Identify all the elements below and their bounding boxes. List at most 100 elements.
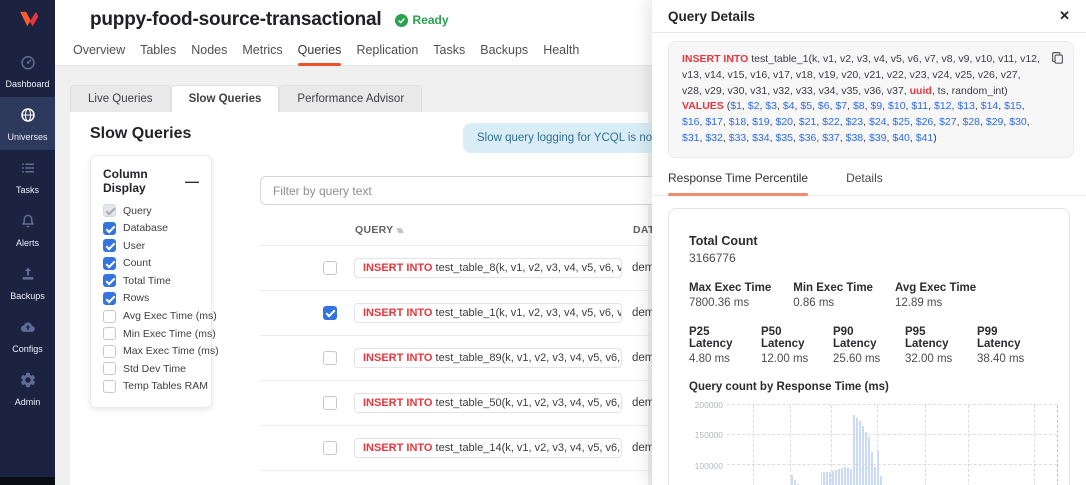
checkbox[interactable] (103, 239, 116, 252)
query-cell[interactable]: INSERT INTO test_table_14(k, v1, v2, v3,… (354, 438, 622, 458)
checkbox[interactable] (103, 257, 116, 270)
checkbox[interactable] (103, 327, 116, 340)
column-option-user[interactable]: User (103, 239, 199, 252)
histogram-bar (874, 467, 876, 485)
column-options-list: Query Database User Count Total Time Rows Avg … (103, 204, 199, 393)
sql-statement-card: INSERT INTO test_table_1(k, v1, v2, v3, … (668, 41, 1074, 158)
sidebar-item-admin[interactable]: Admin (0, 362, 55, 415)
row-checkbox[interactable] (323, 441, 337, 455)
checkbox[interactable] (103, 362, 116, 375)
histogram-bar (823, 472, 825, 485)
sidebar-item-tasks[interactable]: Tasks (0, 150, 55, 203)
column-option-label: User (123, 240, 145, 252)
checkbox[interactable] (103, 274, 116, 287)
tab-metrics[interactable]: Metrics (242, 41, 282, 66)
tab-tasks[interactable]: Tasks (433, 41, 465, 66)
row-checkbox[interactable] (323, 261, 337, 275)
sidebar-item-alerts[interactable]: Alerts (0, 203, 55, 256)
row-checkbox[interactable] (323, 306, 337, 320)
detail-tab-details[interactable]: Details (846, 171, 883, 195)
sidebar-item-label: Alerts (16, 238, 39, 248)
search-input[interactable] (260, 176, 680, 205)
column-option-min-exec-time-ms-[interactable]: Min Exec Time (ms) (103, 327, 199, 340)
histogram-bar (868, 437, 870, 485)
stat-min-exec-time: Min Exec Time0.86 ms (793, 282, 873, 309)
tab-tables[interactable]: Tables (140, 41, 176, 66)
sort-icon[interactable]: ▾▴ (396, 225, 401, 235)
backups-icon (19, 265, 37, 288)
column-option-std-dev-time[interactable]: Std Dev Time (103, 362, 199, 375)
histogram-bar (859, 421, 861, 485)
column-option-database[interactable]: Database (103, 222, 199, 235)
column-option-max-exec-time-ms-[interactable]: Max Exec Time (ms) (103, 345, 199, 358)
sidebar-item-universes[interactable]: Universes (0, 97, 55, 150)
copy-icon[interactable] (1051, 51, 1064, 70)
sidebar-bottom-strip (0, 477, 55, 485)
row-checkbox[interactable] (323, 351, 337, 365)
row-checkbox[interactable] (323, 396, 337, 410)
tasks-icon (19, 159, 37, 182)
column-option-label: Rows (123, 292, 149, 304)
column-header-query[interactable]: QUERY▾▴ (355, 224, 633, 236)
column-option-label: Max Exec Time (ms) (123, 345, 219, 357)
ready-check-icon (395, 14, 408, 27)
tab-backups[interactable]: Backups (480, 41, 528, 66)
query-cell[interactable]: INSERT INTO test_table_8(k, v1, v2, v3, … (354, 258, 622, 278)
checkbox[interactable] (103, 380, 116, 393)
column-display-card: Column Display — QueryDatabaseUserCountT… (90, 155, 212, 408)
gridline (727, 434, 1057, 435)
close-icon[interactable]: ✕ (1059, 8, 1070, 24)
subtab-live-queries[interactable]: Live Queries (70, 85, 171, 112)
y-axis-label: 200000 (689, 400, 723, 410)
column-option-avg-exec-time-ms-[interactable]: Avg Exec Time (ms) (103, 310, 199, 323)
column-option-total-time[interactable]: Total Time (103, 274, 199, 287)
y-axis-label: 150000 (689, 430, 723, 440)
column-option-count[interactable]: Count (103, 257, 199, 270)
tab-replication[interactable]: Replication (356, 41, 418, 66)
checkbox[interactable] (103, 204, 116, 217)
sidebar-item-label: Configs (12, 344, 43, 354)
column-option-label: Avg Exec Time (ms) (123, 310, 217, 322)
checkbox[interactable] (103, 310, 116, 323)
sidebar-item-configs[interactable]: Configs (0, 309, 55, 362)
detail-tab-response-time-percentile[interactable]: Response Time Percentile (668, 171, 808, 195)
subtab-performance-advisor[interactable]: Performance Advisor (279, 85, 422, 112)
stat-p90-latency: P90 Latency25.60 ms (833, 326, 892, 365)
gridline (727, 464, 1057, 465)
checkbox[interactable] (103, 292, 116, 305)
total-count-value: 3166776 (689, 251, 1049, 265)
column-option-label: Query (123, 205, 152, 217)
tab-health[interactable]: Health (543, 41, 579, 66)
sidebar-item-dashboard[interactable]: Dashboard (0, 44, 55, 97)
query-cell[interactable]: INSERT INTO test_table_1(k, v1, v2, v3, … (354, 303, 622, 323)
status-badge: Ready (395, 13, 448, 27)
universes-icon (19, 106, 37, 129)
checkbox[interactable] (103, 222, 116, 235)
total-count-label: Total Count (689, 234, 1049, 248)
histogram-bar (856, 418, 858, 485)
tab-nodes[interactable]: Nodes (191, 41, 227, 66)
sidebar-item-backups[interactable]: Backups (0, 256, 55, 309)
query-cell[interactable]: INSERT INTO test_table_89(k, v1, v2, v3,… (354, 348, 622, 368)
column-option-query[interactable]: Query (103, 204, 199, 217)
histogram-bar (871, 452, 873, 485)
subtab-slow-queries[interactable]: Slow Queries (171, 85, 280, 112)
column-option-label: Std Dev Time (123, 363, 186, 375)
histogram-bar (850, 469, 852, 485)
collapse-icon[interactable]: — (185, 176, 199, 186)
tab-queries[interactable]: Queries (298, 41, 342, 66)
sql-statement-text: INSERT INTO test_table_1(k, v1, v2, v3, … (682, 53, 1040, 144)
histogram-bar (791, 475, 793, 485)
query-cell[interactable]: INSERT INTO test_table_50(k, v1, v2, v3,… (354, 393, 622, 413)
tab-overview[interactable]: Overview (73, 41, 125, 66)
response-time-histogram: 050000100000150000200000(1.5,1.6)(3.6,4.… (689, 405, 1049, 485)
column-option-rows[interactable]: Rows (103, 292, 199, 305)
checkbox[interactable] (103, 345, 116, 358)
sidebar: Dashboard Universes Tasks Alerts Backups Conf… (0, 0, 55, 485)
column-option-temp-tables-ram[interactable]: Temp Tables RAM (103, 380, 199, 393)
y-axis-label: 100000 (689, 461, 723, 471)
yugabyte-logo-icon[interactable] (0, 0, 55, 44)
universe-title: puppy-food-source-transactional (90, 9, 381, 31)
histogram-bar (838, 469, 840, 485)
sidebar-item-label: Universes (7, 132, 47, 142)
